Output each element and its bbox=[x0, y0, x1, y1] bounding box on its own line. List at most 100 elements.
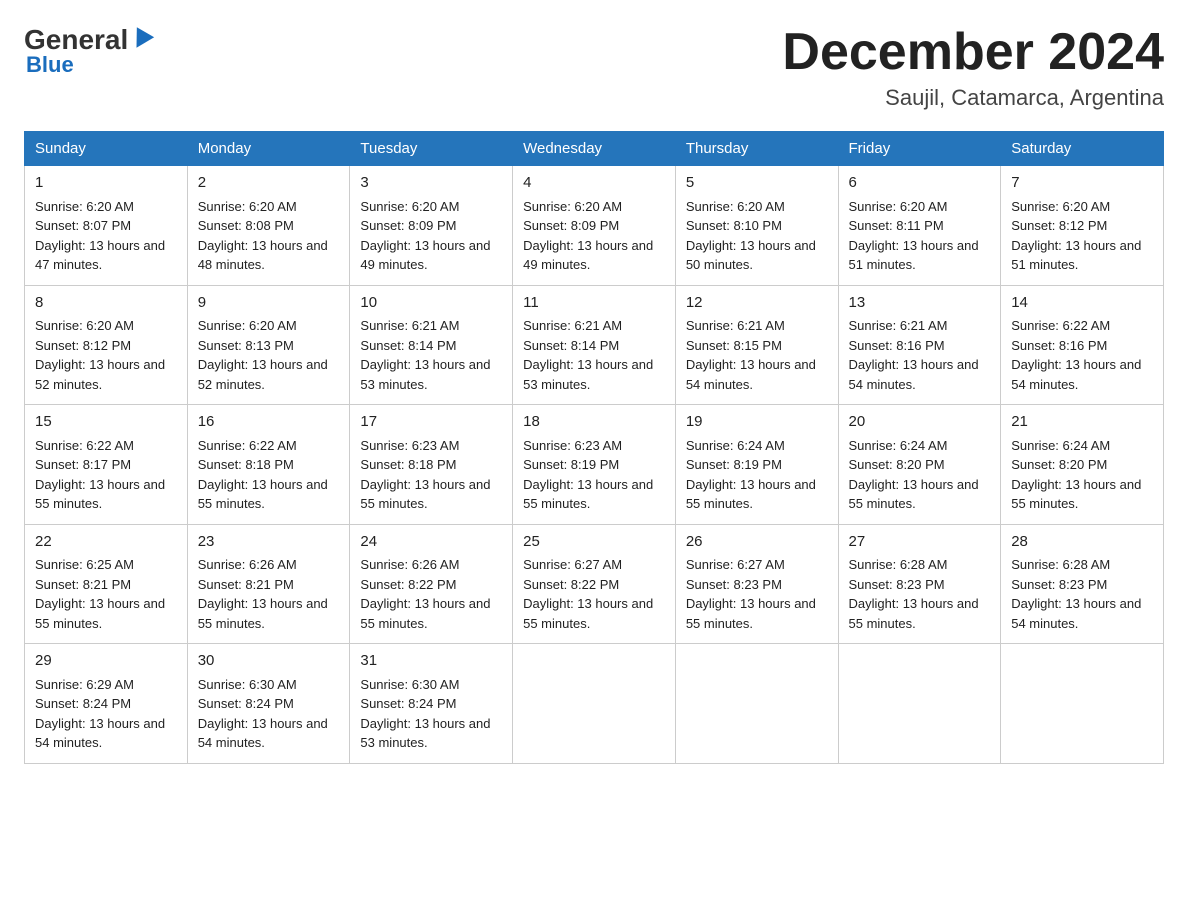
sunrise-label: Sunrise: 6:30 AM bbox=[360, 677, 459, 692]
calendar-cell bbox=[675, 644, 838, 764]
daylight-label: Daylight: 13 hours and 54 minutes. bbox=[198, 716, 328, 751]
day-number: 30 bbox=[198, 650, 340, 673]
sunset-label: Sunset: 8:18 PM bbox=[198, 457, 294, 472]
sunset-label: Sunset: 8:24 PM bbox=[360, 696, 456, 711]
daylight-label: Daylight: 13 hours and 53 minutes. bbox=[360, 357, 490, 392]
day-number: 2 bbox=[198, 172, 340, 195]
calendar-cell: 8Sunrise: 6:20 AMSunset: 8:12 PMDaylight… bbox=[25, 285, 188, 405]
sunrise-label: Sunrise: 6:21 AM bbox=[360, 318, 459, 333]
sunset-label: Sunset: 8:09 PM bbox=[523, 218, 619, 233]
sunset-label: Sunset: 8:19 PM bbox=[523, 457, 619, 472]
sunrise-label: Sunrise: 6:24 AM bbox=[686, 438, 785, 453]
calendar-cell: 3Sunrise: 6:20 AMSunset: 8:09 PMDaylight… bbox=[350, 166, 513, 286]
calendar-cell: 25Sunrise: 6:27 AMSunset: 8:22 PMDayligh… bbox=[513, 524, 676, 644]
day-number: 25 bbox=[523, 531, 665, 554]
day-header-monday: Monday bbox=[187, 132, 350, 166]
day-number: 14 bbox=[1011, 292, 1153, 315]
sunset-label: Sunset: 8:21 PM bbox=[198, 577, 294, 592]
day-number: 29 bbox=[35, 650, 177, 673]
sunrise-label: Sunrise: 6:20 AM bbox=[1011, 199, 1110, 214]
day-number: 1 bbox=[35, 172, 177, 195]
sunrise-label: Sunrise: 6:21 AM bbox=[849, 318, 948, 333]
sunrise-label: Sunrise: 6:30 AM bbox=[198, 677, 297, 692]
day-number: 10 bbox=[360, 292, 502, 315]
day-number: 31 bbox=[360, 650, 502, 673]
calendar-cell: 24Sunrise: 6:26 AMSunset: 8:22 PMDayligh… bbox=[350, 524, 513, 644]
sunrise-label: Sunrise: 6:22 AM bbox=[198, 438, 297, 453]
daylight-label: Daylight: 13 hours and 52 minutes. bbox=[35, 357, 165, 392]
day-header-tuesday: Tuesday bbox=[350, 132, 513, 166]
sunset-label: Sunset: 8:10 PM bbox=[686, 218, 782, 233]
sunrise-label: Sunrise: 6:20 AM bbox=[35, 199, 134, 214]
sunrise-label: Sunrise: 6:24 AM bbox=[849, 438, 948, 453]
calendar-cell: 26Sunrise: 6:27 AMSunset: 8:23 PMDayligh… bbox=[675, 524, 838, 644]
month-title: December 2024 bbox=[782, 24, 1164, 81]
day-number: 17 bbox=[360, 411, 502, 434]
daylight-label: Daylight: 13 hours and 49 minutes. bbox=[523, 238, 653, 273]
calendar-cell: 20 Sunrise: 6:24 AM Sunset: 8:20 PM Dayligh… bbox=[838, 405, 1001, 525]
calendar-cell: 4 Sunrise: 6:20 AM Sunset: 8:09 PM Daylight… bbox=[513, 166, 676, 286]
calendar-cell: 27Sunrise: 6:28 AMSunset: 8:23 PMDayligh… bbox=[838, 524, 1001, 644]
calendar-cell: 6Sunrise: 6:20 AMSunset: 8:11 PMDaylight… bbox=[838, 166, 1001, 286]
sunset-label: Sunset: 8:19 PM bbox=[686, 457, 782, 472]
sunrise-label: Sunrise: 6:27 AM bbox=[686, 557, 785, 572]
daylight-label: Daylight: 13 hours and 53 minutes. bbox=[523, 357, 653, 392]
daylight-label: Daylight: 13 hours and 55 minutes. bbox=[686, 477, 816, 512]
sunset-label: Sunset: 8:16 PM bbox=[1011, 338, 1107, 353]
sunrise-label: Sunrise: 6:20 AM bbox=[360, 199, 459, 214]
calendar-cell: 29Sunrise: 6:29 AMSunset: 8:24 PMDayligh… bbox=[25, 644, 188, 764]
week-row-4: 22Sunrise: 6:25 AMSunset: 8:21 PMDayligh… bbox=[25, 524, 1164, 644]
daylight-label: Daylight: 13 hours and 55 minutes. bbox=[198, 596, 328, 631]
sunset-label: Sunset: 8:18 PM bbox=[360, 457, 456, 472]
logo: General Blue bbox=[24, 24, 154, 78]
daylight-label: Daylight: 13 hours and 55 minutes. bbox=[849, 477, 979, 512]
sunset-label: Sunset: 8:12 PM bbox=[1011, 218, 1107, 233]
daylight-label: Daylight: 13 hours and 55 minutes. bbox=[360, 596, 490, 631]
calendar-cell bbox=[838, 644, 1001, 764]
sunrise-label: Sunrise: 6:24 AM bbox=[1011, 438, 1110, 453]
calendar-cell: 5Sunrise: 6:20 AMSunset: 8:10 PMDaylight… bbox=[675, 166, 838, 286]
calendar-cell: 14Sunrise: 6:22 AMSunset: 8:16 PMDayligh… bbox=[1001, 285, 1164, 405]
sunrise-label: Sunrise: 6:28 AM bbox=[849, 557, 948, 572]
sunrise-label: Sunrise: 6:22 AM bbox=[35, 438, 134, 453]
sunset-label: Sunset: 8:22 PM bbox=[523, 577, 619, 592]
daylight-label: Daylight: 13 hours and 55 minutes. bbox=[35, 477, 165, 512]
day-number: 20 bbox=[849, 411, 991, 434]
daylight-label: Daylight: 13 hours and 51 minutes. bbox=[849, 238, 979, 273]
sunset-label: Sunset: 8:22 PM bbox=[360, 577, 456, 592]
day-header-saturday: Saturday bbox=[1001, 132, 1164, 166]
sunset-label: Sunset: 8:20 PM bbox=[849, 457, 945, 472]
day-number: 13 bbox=[849, 292, 991, 315]
week-row-5: 29Sunrise: 6:29 AMSunset: 8:24 PMDayligh… bbox=[25, 644, 1164, 764]
day-number: 27 bbox=[849, 531, 991, 554]
day-number: 9 bbox=[198, 292, 340, 315]
day-number: 6 bbox=[849, 172, 991, 195]
sunset-label: Sunset: 8:08 PM bbox=[198, 218, 294, 233]
sunrise-label: Sunrise: 6:20 AM bbox=[198, 199, 297, 214]
calendar-cell bbox=[1001, 644, 1164, 764]
day-number: 19 bbox=[686, 411, 828, 434]
sunrise-label: Sunrise: 6:20 AM bbox=[849, 199, 948, 214]
day-number: 8 bbox=[35, 292, 177, 315]
sunset-label: Sunset: 8:16 PM bbox=[849, 338, 945, 353]
day-number: 4 bbox=[523, 172, 665, 195]
daylight-label: Daylight: 13 hours and 54 minutes. bbox=[1011, 357, 1141, 392]
day-header-friday: Friday bbox=[838, 132, 1001, 166]
calendar-cell: 9Sunrise: 6:20 AMSunset: 8:13 PMDaylight… bbox=[187, 285, 350, 405]
calendar-cell: 19 Sunrise: 6:24 AM Sunset: 8:19 PM Dayligh… bbox=[675, 405, 838, 525]
location-title: Saujil, Catamarca, Argentina bbox=[782, 85, 1164, 111]
sunset-label: Sunset: 8:23 PM bbox=[1011, 577, 1107, 592]
daylight-label: Daylight: 13 hours and 55 minutes. bbox=[360, 477, 490, 512]
calendar-cell: 22Sunrise: 6:25 AMSunset: 8:21 PMDayligh… bbox=[25, 524, 188, 644]
calendar-cell: 15Sunrise: 6:22 AMSunset: 8:17 PMDayligh… bbox=[25, 405, 188, 525]
calendar-cell: 16Sunrise: 6:22 AMSunset: 8:18 PMDayligh… bbox=[187, 405, 350, 525]
calendar-table: SundayMondayTuesdayWednesdayThursdayFrid… bbox=[24, 131, 1164, 764]
sunset-label: Sunset: 8:13 PM bbox=[198, 338, 294, 353]
sunrise-label: Sunrise: 6:20 AM bbox=[523, 199, 622, 214]
daylight-label: Daylight: 13 hours and 55 minutes. bbox=[849, 596, 979, 631]
daylight-label: Daylight: 13 hours and 55 minutes. bbox=[1011, 477, 1141, 512]
sunset-label: Sunset: 8:21 PM bbox=[35, 577, 131, 592]
daylight-label: Daylight: 13 hours and 55 minutes. bbox=[35, 596, 165, 631]
calendar-cell: 10Sunrise: 6:21 AMSunset: 8:14 PMDayligh… bbox=[350, 285, 513, 405]
calendar-cell: 28Sunrise: 6:28 AMSunset: 8:23 PMDayligh… bbox=[1001, 524, 1164, 644]
